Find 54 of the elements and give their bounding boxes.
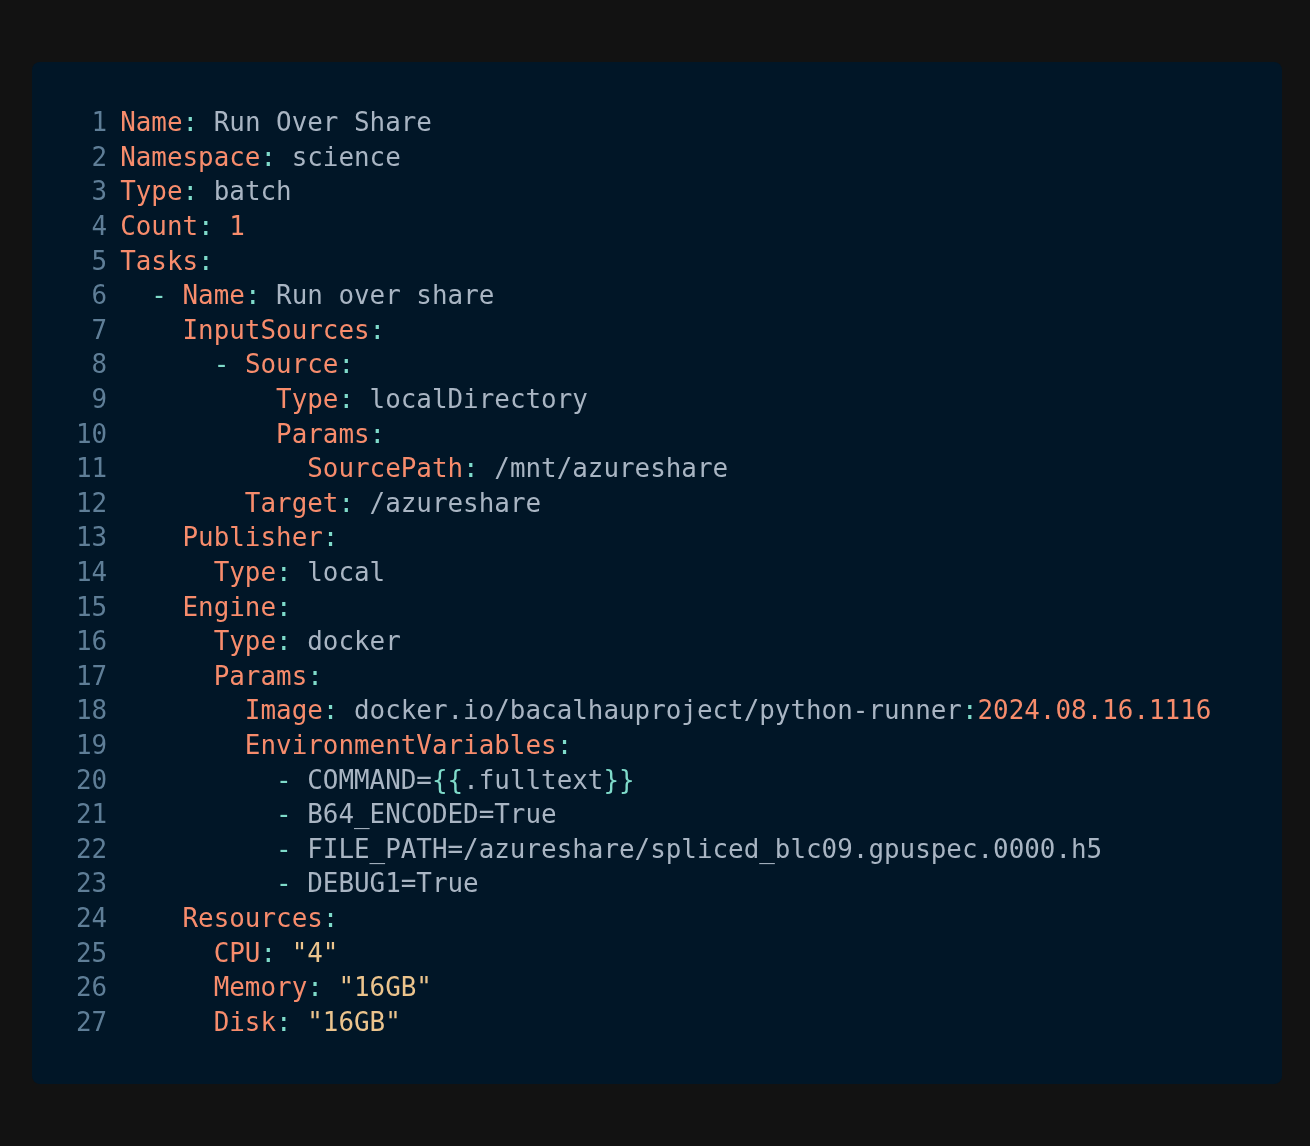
line-number: 24 (76, 902, 108, 933)
line-number: 1 (90, 107, 108, 138)
code-line: Engine: (181, 591, 292, 622)
code-line: Type: local (212, 557, 386, 587)
code-line: - Source: (212, 349, 354, 380)
code-line: Type: batch (120, 176, 292, 207)
line-number: 16 (76, 626, 108, 657)
line-number: 3 (90, 176, 108, 207)
line-number: 12 (76, 487, 108, 518)
code-line: Tasks: (120, 245, 214, 276)
code-line: - FILE_PATH=/azureshare/spliced_blc09.gpuspec.0000.h5 (275, 833, 1103, 864)
code-line: - Name: Run over share (150, 280, 495, 311)
code-line: Image: docker.io/bacalhauproject/python-runner:2024.08.16.1116 (243, 695, 1212, 726)
code-line: - COMMAND={{.fulltext}} (275, 764, 635, 795)
code-line: SourcePath: /mnt/azureshare (306, 453, 729, 484)
code-line: Type: localDirectory (275, 384, 588, 415)
code-line: InputSources: (181, 314, 386, 345)
line-number: 21 (76, 799, 108, 830)
code-line: Name: Run Over Share (120, 107, 432, 138)
line-number: 20 (76, 764, 108, 795)
line-number: 17 (76, 660, 108, 691)
code-line: - DEBUG1=True (275, 868, 479, 899)
line-number: 9 (90, 384, 108, 415)
code-line: Params: (275, 418, 386, 449)
code-line: - B64_ENCODED=True (275, 799, 557, 830)
code-line: Disk: "16GB" (212, 1006, 401, 1037)
line-number: 22 (76, 833, 108, 864)
line-number: 11 (76, 453, 108, 484)
line-number: 10 (76, 418, 108, 449)
line-number: 6 (90, 280, 108, 311)
code-line: Count: 1 (120, 211, 245, 242)
line-number: 25 (76, 937, 108, 968)
code-line: Memory: "16GB" (212, 972, 432, 1003)
code-line: Params: (212, 660, 323, 691)
code-line: Target: /azureshare (243, 487, 542, 518)
line-number: 13 (76, 522, 108, 553)
code-line: Namespace: science (120, 141, 401, 172)
line-number: 19 (76, 730, 108, 760)
line-number: 26 (76, 972, 108, 1003)
line-number: 18 (76, 695, 108, 726)
code-line: Resources: (181, 902, 339, 933)
line-number: 5 (90, 245, 108, 276)
line-number: 27 (76, 1006, 108, 1037)
code-line: Type: docker (212, 626, 401, 657)
line-number: 8 (90, 349, 108, 380)
code-line: CPU: "4" (212, 937, 339, 968)
code-line: Publisher: (181, 522, 339, 553)
code-line: EnvironmentVariables: (243, 730, 573, 760)
line-number: 14 (76, 557, 108, 587)
line-number: 4 (90, 211, 108, 242)
line-number: 7 (90, 314, 108, 345)
line-number: 2 (90, 141, 108, 172)
line-number: 15 (76, 591, 108, 622)
line-number: 23 (76, 868, 108, 899)
